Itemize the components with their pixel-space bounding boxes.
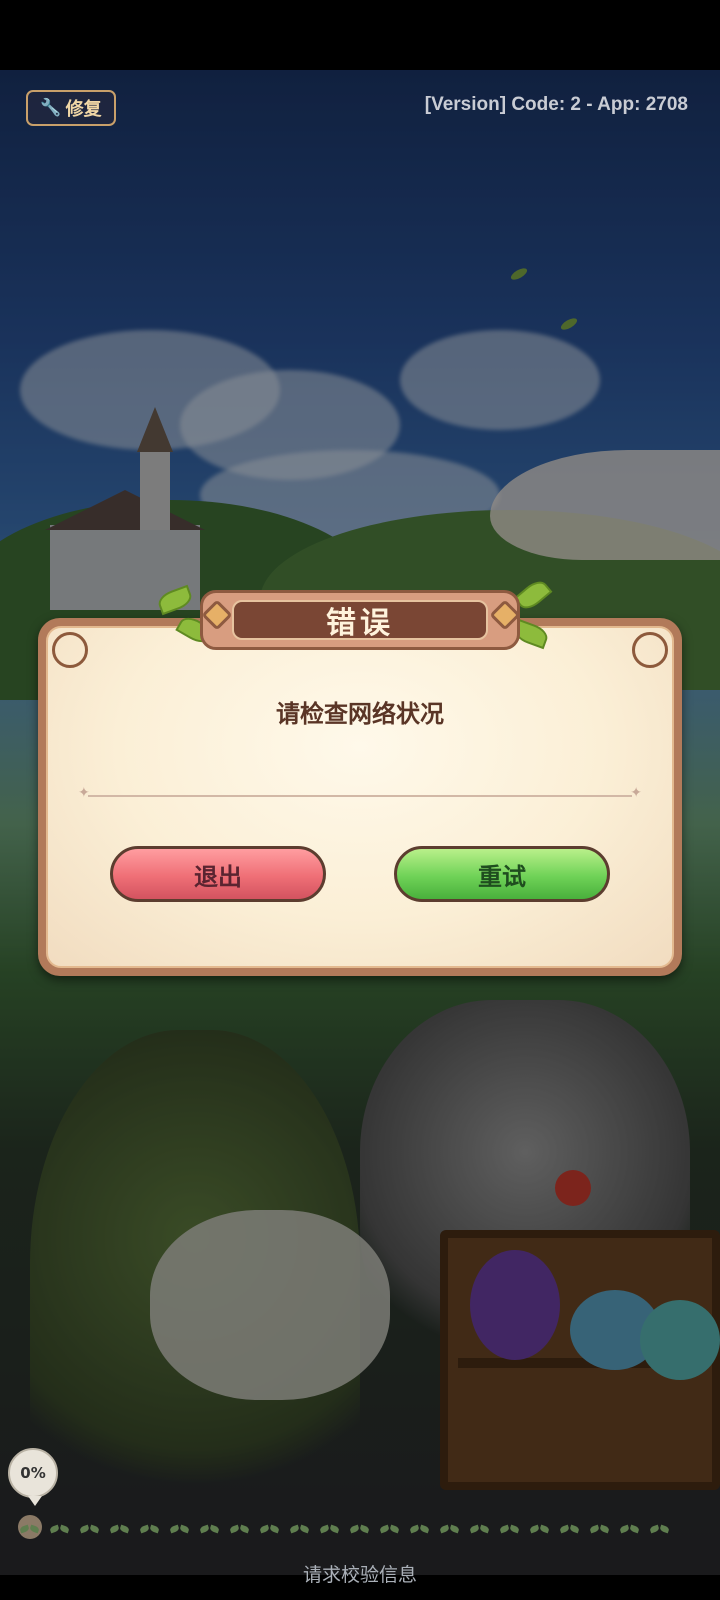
sprout-icon xyxy=(110,1524,130,1536)
sprout-icon xyxy=(140,1524,160,1536)
retry-button-label: 重试 xyxy=(478,862,526,891)
sprout-icon xyxy=(560,1524,580,1536)
sprout-icon xyxy=(650,1524,670,1536)
sprout-icon xyxy=(410,1524,430,1536)
dialog-title-plate: 错误 xyxy=(200,590,520,650)
dialog-divider xyxy=(78,785,642,801)
game-screen: 🔧 修复 [Version] Code: 2 - App: 2708 错误 请检… xyxy=(0,0,720,1600)
sprout-icon xyxy=(590,1524,610,1536)
retry-button[interactable]: 重试 xyxy=(394,846,610,902)
error-dialog-body xyxy=(46,626,674,968)
sprout-icon xyxy=(200,1524,220,1536)
sprout-icon xyxy=(470,1524,490,1536)
exit-button-label: 退出 xyxy=(194,862,242,891)
dialog-corner-ornament xyxy=(52,632,88,668)
sprout-icon xyxy=(620,1524,640,1536)
sprout-icon xyxy=(500,1524,520,1536)
loading-progress-bar xyxy=(20,1522,700,1538)
sprout-icon xyxy=(80,1524,100,1536)
sprout-icon xyxy=(50,1524,70,1536)
sprout-icon xyxy=(440,1524,460,1536)
progress-percent-bubble: 0% xyxy=(8,1448,58,1506)
exit-button[interactable]: 退出 xyxy=(110,846,326,902)
wrench-icon: 🔧 xyxy=(40,98,62,118)
error-dialog xyxy=(38,618,682,976)
dialog-title: 错误 xyxy=(232,600,488,641)
repair-button-label: 修复 xyxy=(65,99,102,120)
sprout-icon xyxy=(170,1524,190,1536)
sprout-icon xyxy=(350,1524,370,1536)
sprout-icon xyxy=(380,1524,400,1536)
sprout-icon xyxy=(20,1524,40,1536)
sprout-icon xyxy=(260,1524,280,1536)
sprout-icon xyxy=(230,1524,250,1536)
dialog-message: 请检查网络状况 xyxy=(276,700,444,728)
dialog-corner-ornament xyxy=(632,632,668,668)
version-label: [Version] Code: 2 - App: 2708 xyxy=(424,94,688,115)
sprout-icon xyxy=(290,1524,310,1536)
loading-status-text: 请求校验信息 xyxy=(302,1564,417,1586)
progress-percent: 0% xyxy=(20,1464,46,1482)
repair-button[interactable]: 🔧 修复 xyxy=(26,90,116,126)
sprout-icon xyxy=(530,1524,550,1536)
sprout-icon xyxy=(320,1524,340,1536)
